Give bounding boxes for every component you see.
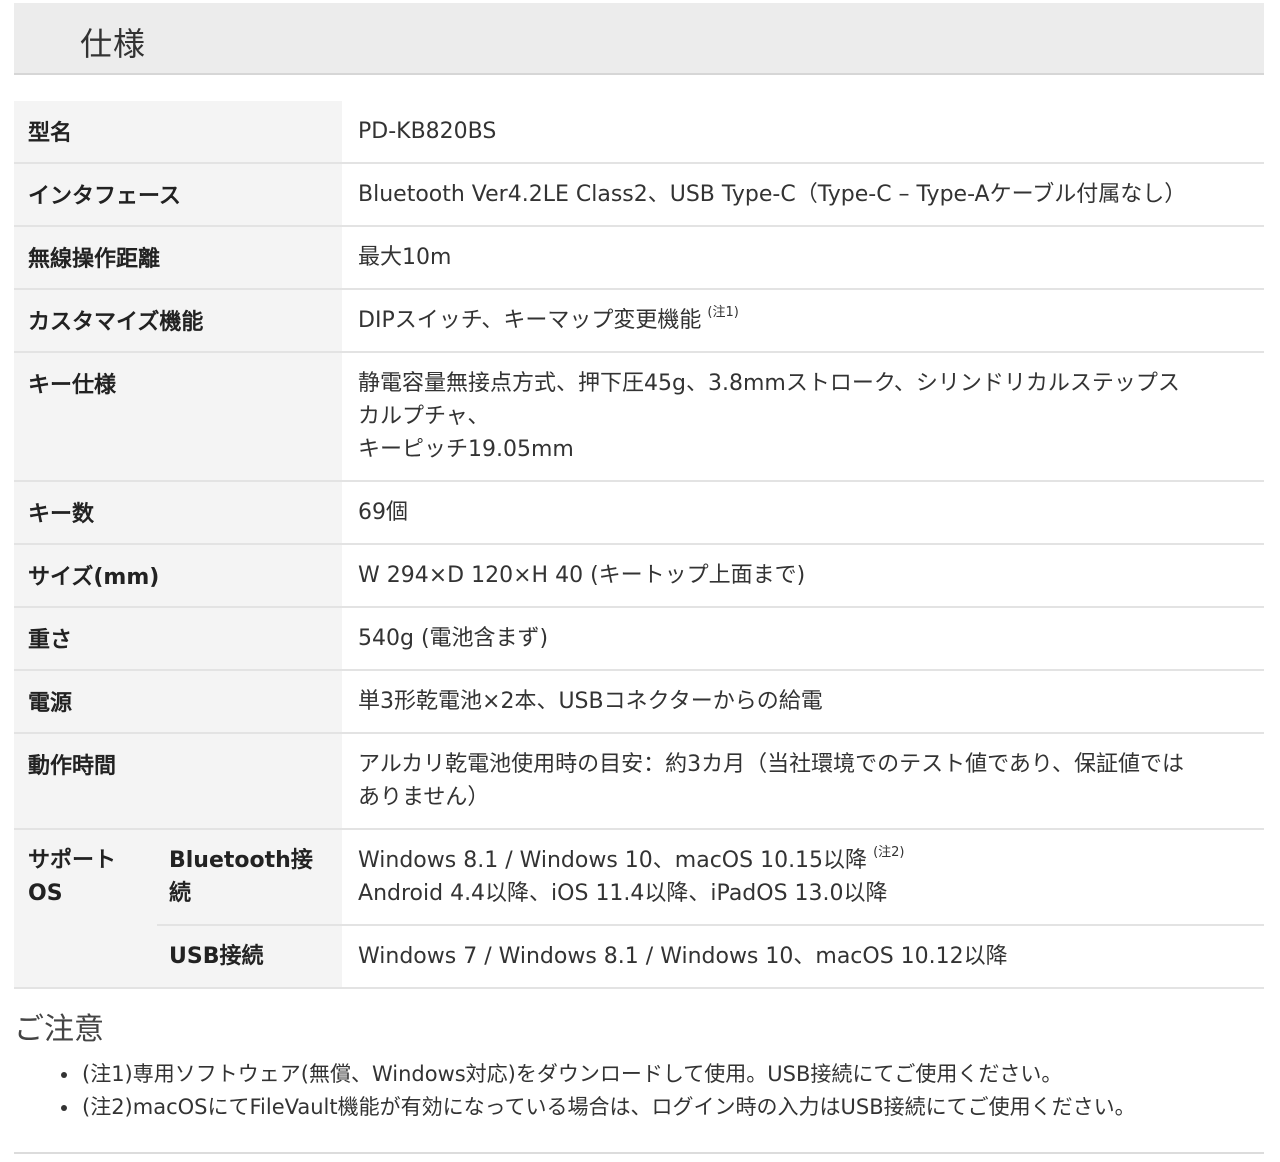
spec-value-line: アルカリ乾電池使用時の目安：約3カ月（当社環境でのテスト値であり、保証値では [358, 752, 1185, 777]
spec-value: 単3形乾電池×2本、USBコネクターからの給電 [342, 670, 1265, 734]
spec-row-operating-time: 動作時間 アルカリ乾電池使用時の目安：約3カ月（当社環境でのテスト値であり、保証… [14, 733, 1265, 830]
spec-value: 69個 [342, 481, 1265, 545]
spec-value: 540g (電池含まず) [342, 607, 1265, 671]
footnote-marker: (注1) [707, 305, 739, 320]
spec-value-cell: アルカリ乾電池使用時の目安：約3カ月（当社環境でのテスト値であり、保証値では あり… [342, 733, 1265, 830]
footnote-marker: (注2) [873, 845, 905, 860]
spec-label: サイズ(mm) [14, 544, 343, 608]
spec-row-model: 型名 PD-KB820BS [14, 101, 1265, 164]
spec-row-range: 無線操作距離 最大10m [14, 226, 1265, 290]
spec-value-line: 静電容量無接点方式、押下圧45g、3.8mmストローク、シリンドリカルステップス [358, 371, 1180, 396]
spec-value: PD-KB820BS [342, 101, 1265, 164]
spec-label: インタフェース [14, 163, 343, 227]
spec-value-cell: 静電容量無接点方式、押下圧45g、3.8mmストローク、シリンドリカルステップス… [342, 352, 1265, 482]
usb-label: USB接続 [157, 925, 343, 989]
support-os-label: サポート OS [14, 829, 157, 989]
bluetooth-label-line: 続 [169, 881, 192, 906]
spec-row-power: 電源 単3形乾電池×2本、USBコネクターからの給電 [14, 670, 1265, 734]
spec-table: 型名 PD-KB820BS インタフェース Bluetooth Ver4.2LE… [14, 101, 1265, 989]
spec-value: Windows 7 / Windows 8.1 / Windows 10、mac… [342, 925, 1265, 989]
spec-value-line: Android 4.4以降、iOS 11.4以降、iPadOS 13.0以降 [358, 881, 888, 906]
spec-value: Bluetooth Ver4.2LE Class2、USB Type-C（Typ… [342, 163, 1265, 227]
support-os-label-line: OS [28, 881, 63, 906]
notes-list: (注1)専用ソフトウェア(無償、Windows対応)をダウンロードして使用。US… [50, 1058, 1136, 1124]
notes-title: ご注意 [14, 1012, 104, 1047]
spec-label: 動作時間 [14, 733, 343, 830]
spec-row-key-count: キー数 69個 [14, 481, 1265, 545]
spec-row-support-os-bluetooth: サポート OS Bluetooth接続 Windows 8.1 / Windows… [14, 829, 1265, 989]
spec-row-customize: カスタマイズ機能 DIPスイッチ、キーマップ変更機能 (注1) [14, 289, 1265, 353]
spec-label: 無線操作距離 [14, 226, 343, 290]
spec-value-line: カルプチャ、 [358, 404, 490, 429]
spec-value-line: キーピッチ19.05mm [358, 437, 574, 462]
spec-value: DIPスイッチ、キーマップ変更機能 [358, 308, 702, 333]
spec-label: 型名 [14, 101, 343, 164]
section-title: 仕様 [80, 25, 147, 63]
spec-value: Windows 8.1 / Windows 10、macOS 10.15以降 [358, 848, 868, 873]
spec-label: 電源 [14, 670, 343, 734]
spec-row-support-os-usb: USB接続 Windows 7 / Windows 8.1 / Windows … [14, 925, 1265, 989]
spec-label: 重さ [14, 607, 343, 671]
spec-row-interface: インタフェース Bluetooth Ver4.2LE Class2、USB Ty… [14, 163, 1265, 227]
spec-row-weight: 重さ 540g (電池含まず) [14, 607, 1265, 671]
spec-label: キー仕様 [14, 352, 343, 482]
spec-value: 最大10m [342, 226, 1265, 290]
bluetooth-label: Bluetooth接続 [157, 829, 343, 926]
section-header: 仕様 [14, 3, 1264, 75]
spec-label: カスタマイズ機能 [14, 289, 343, 353]
spec-row-key-spec: キー仕様 静電容量無接点方式、押下圧45g、3.8mmストローク、シリンドリカル… [14, 352, 1265, 482]
spec-value: W 294×D 120×H 40 (キートップ上面まで) [342, 544, 1265, 608]
bluetooth-label-line: Bluetooth接 [169, 848, 313, 873]
spec-value-cell: DIPスイッチ、キーマップ変更機能 (注1) [342, 289, 1265, 353]
spec-value-cell: Windows 8.1 / Windows 10、macOS 10.15以降 (注… [342, 829, 1265, 926]
spec-value-line: ありません） [358, 785, 490, 810]
spec-row-size: サイズ(mm) W 294×D 120×H 40 (キートップ上面まで) [14, 544, 1265, 608]
spec-value-line: Windows 8.1 / Windows 10、macOS 10.15以降 (注… [358, 844, 1248, 877]
spec-label: キー数 [14, 481, 343, 545]
divider [14, 1152, 1264, 1154]
list-item: (注1)専用ソフトウェア(無償、Windows対応)をダウンロードして使用。US… [80, 1058, 1136, 1091]
list-item: (注2)macOSにてFileVault機能が有効になっている場合は、ログイン時… [80, 1091, 1136, 1124]
support-os-label-line: サポート [28, 848, 117, 873]
